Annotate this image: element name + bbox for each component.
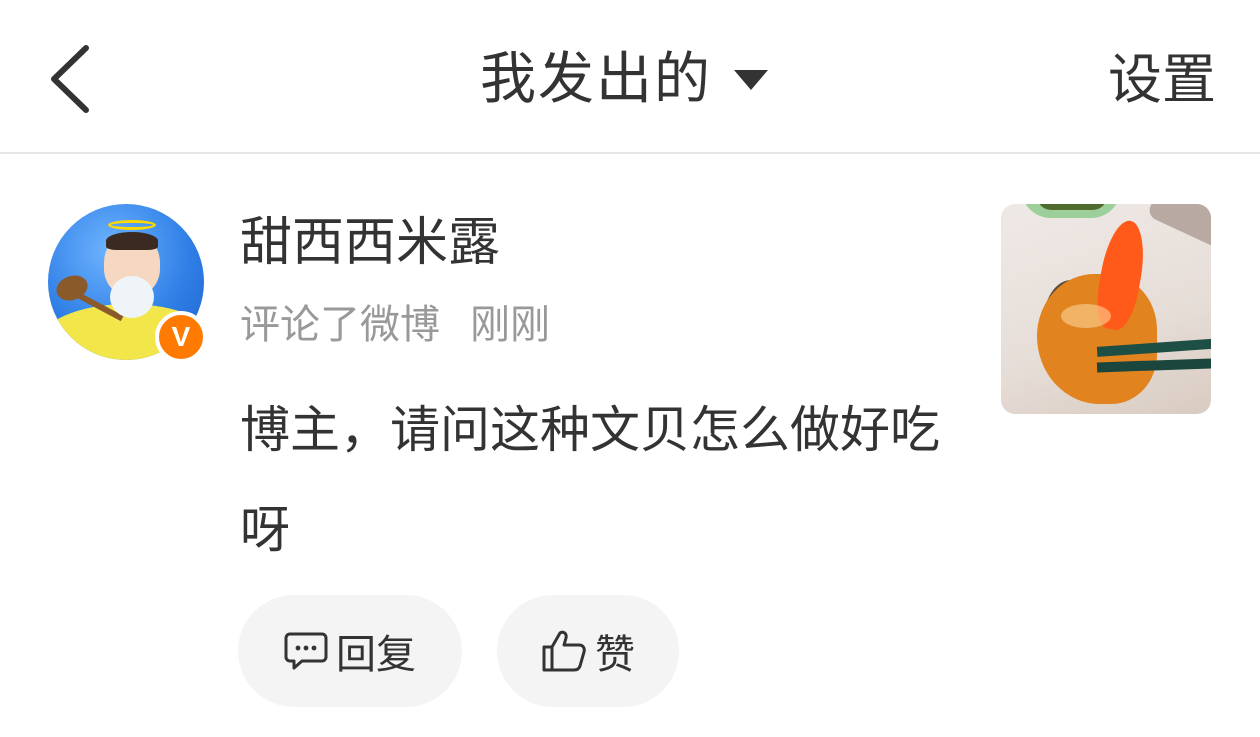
comment-text: 博主，请问这种文贝怎么做好吃呀 xyxy=(240,401,940,559)
back-button[interactable] xyxy=(30,30,110,120)
action-text: 评论了微博 xyxy=(240,302,440,348)
chevron-left-icon xyxy=(51,45,89,113)
page-title: 我发出的 xyxy=(480,47,712,112)
page: 我发出的 设置 V 甜西西米露 评论了微博刚刚 博主，请问这种文贝怎么做好吃呀 xyxy=(0,0,1260,737)
title-dropdown[interactable]: 我发出的 xyxy=(480,40,768,120)
top-nav-bar: 我发出的 设置 xyxy=(0,0,1260,154)
like-button[interactable]: 赞 xyxy=(497,595,679,707)
reply-label: 回复 xyxy=(336,632,416,678)
timestamp: 刚刚 xyxy=(470,302,550,348)
reply-button[interactable]: 回复 xyxy=(238,595,462,707)
post-thumbnail[interactable] xyxy=(1001,204,1211,414)
like-label: 赞 xyxy=(595,632,635,678)
caret-down-icon xyxy=(734,70,768,90)
comment-meta: 评论了微博 刚刚 xyxy=(240,296,550,354)
verified-badge-icon: V xyxy=(155,311,207,363)
settings-button[interactable]: 设置 xyxy=(1108,40,1216,120)
comment-bubble-icon xyxy=(284,632,328,670)
username[interactable]: 甜西西米露 xyxy=(240,210,500,276)
thumbs-up-icon xyxy=(542,630,586,672)
